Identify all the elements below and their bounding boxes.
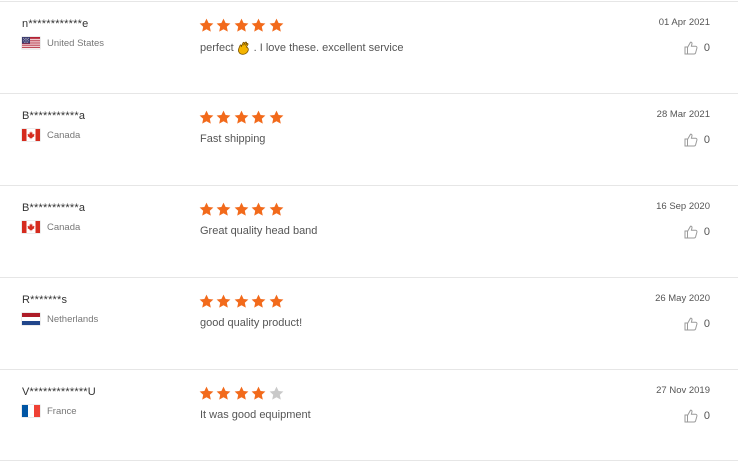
us-flag-icon <box>22 37 40 49</box>
helpful-count: 0 <box>703 134 710 146</box>
canada-flag-icon <box>22 221 40 233</box>
review-date: 26 May 2020 <box>655 293 710 304</box>
country-label: United States <box>47 37 105 49</box>
star-filled-icon <box>251 110 266 125</box>
country-label: France <box>47 405 77 417</box>
helpful-count: 0 <box>703 318 710 330</box>
star-filled-icon <box>234 202 249 217</box>
reviewer-country: United States <box>22 37 104 49</box>
review-text-start: good quality product! <box>200 317 303 329</box>
star-filled-icon <box>234 18 249 33</box>
star-rating <box>199 386 286 401</box>
star-filled-icon <box>269 18 284 33</box>
reviews-list: n************e United States perfect . I… <box>0 0 750 463</box>
star-filled-icon <box>234 294 249 309</box>
hand-emoji-icon <box>237 41 250 55</box>
star-filled-icon <box>216 202 231 217</box>
thumbs-up-icon[interactable] <box>684 41 698 55</box>
star-filled-icon <box>269 202 284 217</box>
helpful-count: 0 <box>703 410 710 422</box>
review-text-start: perfect <box>200 42 234 54</box>
star-filled-icon <box>216 386 231 401</box>
review-text-start: Fast shipping <box>200 133 266 145</box>
canada-flag-icon <box>22 129 40 141</box>
star-filled-icon <box>251 386 266 401</box>
helpful-button[interactable]: 0 <box>684 225 710 239</box>
star-filled-icon <box>234 110 249 125</box>
thumbs-up-icon[interactable] <box>684 225 698 239</box>
review-text: perfect . I love these. excellent servic… <box>200 41 403 55</box>
star-filled-icon <box>199 18 214 33</box>
review-item: n************e United States perfect . I… <box>0 1 738 93</box>
review-text-end: . I love these. excellent service <box>253 42 404 54</box>
review-item: B***********a Canada Fast shipping 28 Ma… <box>0 93 738 185</box>
star-filled-icon <box>251 202 266 217</box>
star-filled-icon <box>269 110 284 125</box>
star-rating <box>199 110 286 125</box>
reviewer-name: B***********a <box>22 202 86 214</box>
thumbs-up-icon[interactable] <box>684 133 698 147</box>
review-date: 16 Sep 2020 <box>656 201 710 212</box>
review-text: good quality product! <box>200 317 302 329</box>
review-item: R*******s Netherlands good quality produ… <box>0 277 738 369</box>
star-filled-icon <box>199 110 214 125</box>
star-rating <box>199 202 286 217</box>
reviewer-country: Canada <box>22 129 80 141</box>
france-flag-icon <box>22 405 40 417</box>
reviewer-name: n************e <box>22 18 89 30</box>
review-date: 28 Mar 2021 <box>656 109 710 120</box>
thumbs-up-icon[interactable] <box>684 317 698 331</box>
helpful-button[interactable]: 0 <box>684 317 710 331</box>
netherlands-flag-icon <box>22 313 40 325</box>
review-text: Fast shipping <box>200 133 265 145</box>
review-item: V*************U France It was good equip… <box>0 369 738 461</box>
reviewer-name: V*************U <box>22 386 96 398</box>
star-filled-icon <box>251 294 266 309</box>
helpful-button[interactable]: 0 <box>684 409 710 423</box>
country-label: Netherlands <box>47 313 99 325</box>
star-filled-icon <box>199 294 214 309</box>
star-filled-icon <box>199 386 214 401</box>
review-date: 01 Apr 2021 <box>658 17 710 28</box>
reviewer-name: B***********a <box>22 110 86 122</box>
helpful-count: 0 <box>703 226 710 238</box>
star-empty-icon <box>269 386 284 401</box>
country-label: Canada <box>47 129 81 141</box>
helpful-count: 0 <box>703 42 710 54</box>
review-item: B***********a Canada Great quality head … <box>0 185 738 277</box>
reviewer-country: France <box>22 405 77 417</box>
helpful-button[interactable]: 0 <box>684 133 710 147</box>
star-filled-icon <box>216 110 231 125</box>
helpful-button[interactable]: 0 <box>684 41 710 55</box>
review-text-start: Great quality head band <box>200 225 318 237</box>
star-filled-icon <box>234 386 249 401</box>
star-rating <box>199 18 286 33</box>
reviewer-country: Canada <box>22 221 80 233</box>
star-filled-icon <box>251 18 266 33</box>
reviewer-name: R*******s <box>22 294 68 306</box>
review-date: 27 Nov 2019 <box>656 385 710 396</box>
star-filled-icon <box>199 202 214 217</box>
star-rating <box>199 294 286 309</box>
star-filled-icon <box>216 294 231 309</box>
review-text: Great quality head band <box>200 225 317 237</box>
reviewer-country: Netherlands <box>22 313 98 325</box>
star-filled-icon <box>216 18 231 33</box>
review-text: It was good equipment <box>200 409 311 421</box>
review-text-start: It was good equipment <box>200 409 311 421</box>
thumbs-up-icon[interactable] <box>684 409 698 423</box>
star-filled-icon <box>269 294 284 309</box>
country-label: Canada <box>47 221 81 233</box>
